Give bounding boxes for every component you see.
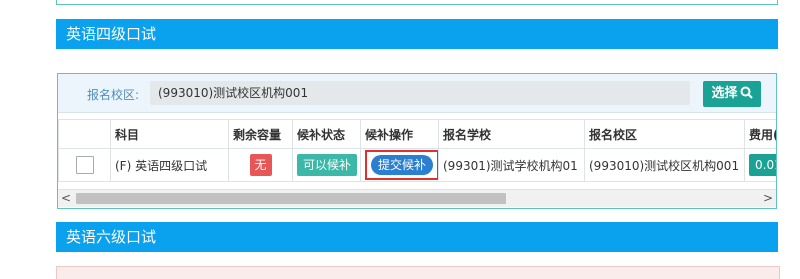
section-title: 英语六级口试 (66, 228, 157, 246)
table-row: (F) 英语四级口试 无 可以候补 提交候补 (99301)测试学校机构01 (… (58, 148, 776, 182)
header-waitlist-status: 候补状态 (292, 119, 361, 149)
next-panel-top (56, 266, 780, 279)
header-campus: 报名校区 (584, 119, 745, 149)
fee-badge: 0.01 (749, 154, 776, 176)
header-capacity: 剩余容量 (228, 119, 293, 149)
capacity-cell: 无 (228, 148, 293, 182)
highlight-box: 提交候补 (365, 150, 438, 180)
waitlist-status-cell: 可以候补 (292, 148, 361, 182)
section-title: 英语四级口试 (66, 25, 157, 43)
capacity-badge: 无 (249, 154, 272, 176)
header-waitlist-action: 候补操作 (360, 119, 439, 149)
select-campus-button[interactable]: 选择 (703, 81, 761, 107)
subject-cell: (F) 英语四级口试 (110, 148, 229, 182)
section-header-cet4-oral: 英语四级口试 (56, 19, 778, 49)
section-header-cet6-oral: 英语六级口试 (56, 222, 778, 252)
table-header-row: 科目 剩余容量 候补状态 候补操作 报名学校 报名校区 费用(元) (58, 119, 776, 149)
campus-label: 报名校区: (87, 88, 140, 102)
scroll-left-arrow[interactable]: < (58, 190, 74, 207)
search-icon (740, 86, 753, 99)
scroll-right-arrow[interactable]: > (760, 190, 776, 207)
subject-table: 科目 剩余容量 候补状态 候补操作 报名学校 报名校区 费用(元) (F) 英语… (58, 119, 776, 182)
row-select-cell (58, 148, 111, 182)
previous-panel-bottom (56, 0, 778, 5)
header-select (58, 119, 111, 149)
campus-field[interactable]: (993010)测试校区机构001 (150, 81, 690, 105)
campus-cell: (993010)测试校区机构001 (584, 148, 745, 182)
header-school: 报名学校 (438, 119, 585, 149)
waitlist-action-cell: 提交候补 (360, 148, 439, 182)
submit-waitlist-button[interactable]: 提交候补 (371, 155, 434, 175)
horizontal-scrollbar[interactable]: < > (58, 189, 776, 207)
fee-cell: 0.01 (744, 148, 776, 182)
header-fee: 费用(元) (744, 119, 776, 149)
exam-panel: 报名校区: (993010)测试校区机构001 选择 科目 剩余容量 候补状态 … (57, 73, 777, 209)
campus-row: 报名校区: (993010)测试校区机构001 选择 (58, 74, 776, 113)
select-button-label: 选择 (711, 86, 738, 101)
school-cell: (99301)测试学校机构01 (438, 148, 585, 182)
row-checkbox[interactable] (75, 156, 94, 174)
scroll-thumb[interactable] (76, 193, 506, 204)
header-subject: 科目 (110, 119, 229, 149)
waitlist-status-badge: 可以候补 (297, 154, 358, 176)
